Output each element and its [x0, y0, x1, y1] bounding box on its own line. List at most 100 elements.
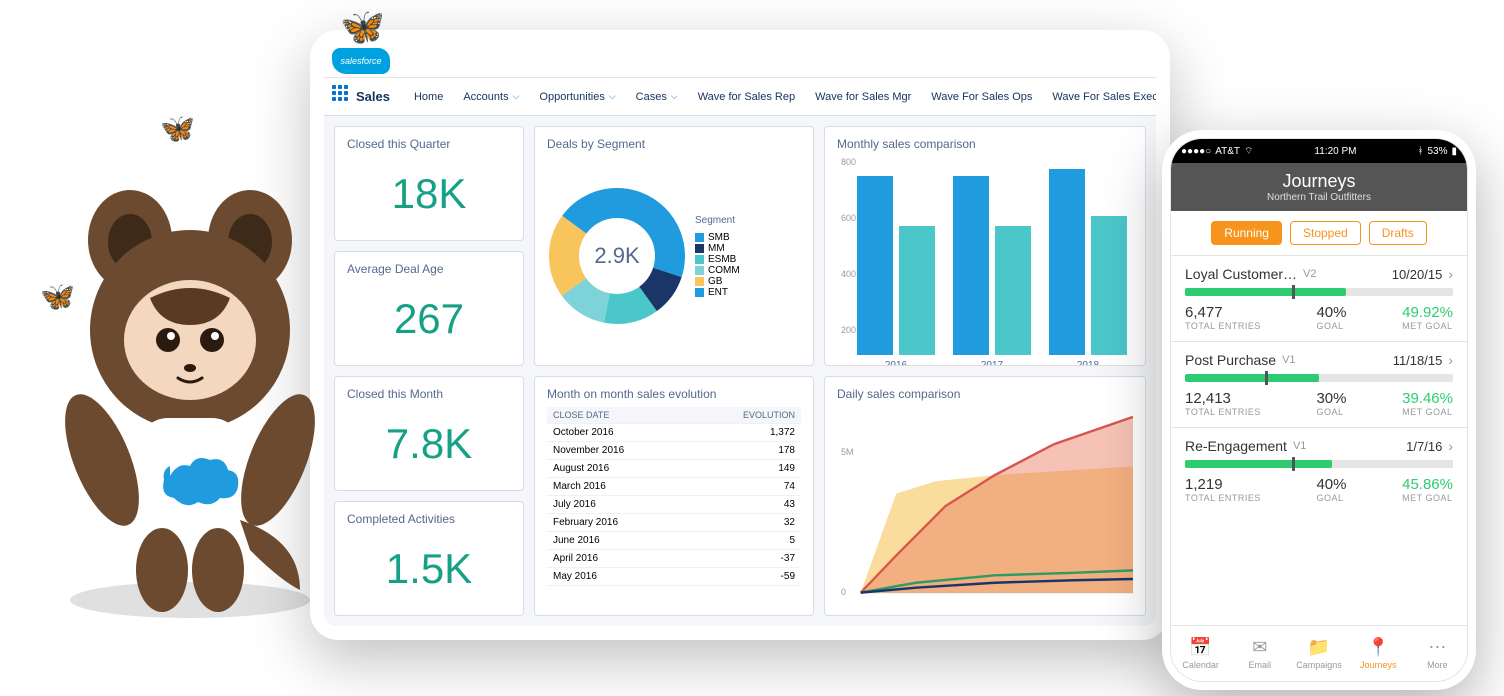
astro-mascot — [20, 180, 360, 620]
table-header: CLOSE DATEEVOLUTION — [547, 407, 801, 424]
card-title: Completed Activities — [347, 512, 511, 526]
table-row[interactable]: October 20161,372 — [547, 424, 801, 442]
y-axis-label: 5M — [841, 447, 854, 457]
phone-tabbar: 📅Calendar✉Email📁Campaigns📍Journeys⋯More — [1171, 625, 1467, 681]
donut-chart: 2.9K — [547, 186, 687, 326]
nav-item[interactable]: Cases⌵ — [626, 78, 688, 115]
sales-evolution-card: Month on month sales evolution CLOSE DAT… — [534, 376, 814, 616]
legend-item: SMB — [695, 232, 740, 243]
clock: 11:20 PM — [1314, 146, 1356, 157]
tabbar-item[interactable]: 📅Calendar — [1171, 626, 1230, 681]
card-title: Deals by Segment — [547, 137, 801, 151]
bar-group: 2018 — [1049, 167, 1127, 355]
legend-title: Segment — [695, 215, 740, 226]
kpi-value: 7.8K — [347, 407, 511, 480]
chevron-right-icon: › — [1448, 352, 1453, 368]
card-title: Closed this Quarter — [347, 137, 511, 151]
butterfly-icon: 🦋 — [160, 112, 195, 145]
bar-group: 2017 — [953, 167, 1031, 355]
kpi-value: 1.5K — [347, 532, 511, 605]
legend-item: MM — [695, 243, 740, 254]
card-title: Closed this Month — [347, 387, 511, 401]
card-title: Monthly sales comparison — [837, 137, 1133, 151]
dashboard-grid: Closed this Quarter 18K Average Deal Age… — [324, 116, 1156, 626]
tabbar-item[interactable]: 📁Campaigns — [1289, 626, 1348, 681]
battery-label: 53% — [1427, 146, 1447, 157]
carrier-label: AT&T — [1215, 146, 1240, 157]
legend-item: COMM — [695, 265, 740, 276]
filter-tab[interactable]: Stopped — [1290, 221, 1361, 245]
app-name: Sales — [356, 89, 390, 104]
phone-header: Journeys Northern Trail Outfitters — [1171, 163, 1467, 211]
battery-icon: ▮ — [1451, 146, 1457, 157]
journey-item[interactable]: Re-EngagementV11/7/16›1,219TOTAL ENTRIES… — [1171, 427, 1467, 513]
page-subtitle: Northern Trail Outfitters — [1171, 192, 1467, 203]
table-row[interactable]: March 201674 — [547, 478, 801, 496]
table-row[interactable]: August 2016149 — [547, 460, 801, 478]
legend-item: ESMB — [695, 254, 740, 265]
app-launcher-icon[interactable] — [332, 85, 348, 109]
tab-icon: 📍 — [1367, 637, 1389, 658]
kpi-closed-quarter: Closed this Quarter 18K — [334, 126, 524, 241]
filter-tab[interactable]: Running — [1211, 221, 1282, 245]
nav-item[interactable]: Wave for Sales Rep — [688, 78, 805, 115]
journey-item[interactable]: Post PurchaseV111/18/15›12,413TOTAL ENTR… — [1171, 341, 1467, 427]
kpi-closed-month: Closed this Month 7.8K — [334, 376, 524, 491]
card-title: Month on month sales evolution — [547, 387, 801, 401]
filter-tab[interactable]: Drafts — [1369, 221, 1427, 245]
bar-chart: 800600400200 201620172018 — [837, 157, 1133, 355]
table-row[interactable]: February 201632 — [547, 514, 801, 532]
kpi-avg-deal-age: Average Deal Age 267 — [334, 251, 524, 366]
butterfly-icon: 🦋 — [40, 280, 75, 313]
kpi-value: 18K — [347, 157, 511, 230]
card-title: Daily sales comparison — [837, 387, 1133, 401]
deals-by-segment-card: Deals by Segment 2.9K Segment SMBMMESMBC… — [534, 126, 814, 366]
phone-frame: ●●●●○ AT&T ⌔ 11:20 PM ᚼ 53% ▮ Journeys North… — [1162, 130, 1476, 690]
bar-group: 2016 — [857, 167, 935, 355]
card-title: Average Deal Age — [347, 262, 511, 276]
donut-center-value: 2.9K — [547, 186, 687, 326]
legend-item: GB — [695, 276, 740, 287]
tab-icon: ⋯ — [1428, 637, 1446, 658]
segment-legend: Segment SMBMMESMBCOMMGBENT — [695, 215, 740, 298]
tabbar-item[interactable]: 📍Journeys — [1349, 626, 1408, 681]
tab-icon: 📁 — [1308, 637, 1330, 658]
butterfly-icon: 🦋 — [340, 6, 385, 48]
nav-item[interactable]: Wave for Sales Mgr — [805, 78, 921, 115]
page-title: Journeys — [1171, 171, 1467, 192]
nav-item[interactable]: Accounts⌵ — [453, 78, 529, 115]
filter-tabs: Running Stopped Drafts — [1171, 211, 1467, 255]
chevron-right-icon: › — [1448, 266, 1453, 282]
nav-item[interactable]: Wave For Sales Ops — [921, 78, 1042, 115]
journey-item[interactable]: Loyal Customer…V210/20/15›6,477TOTAL ENT… — [1171, 255, 1467, 341]
wifi-icon: ⌔ — [1244, 145, 1253, 158]
table-row[interactable]: June 20165 — [547, 532, 801, 550]
chevron-right-icon: › — [1448, 438, 1453, 454]
table-row[interactable]: May 2016-59 — [547, 568, 801, 586]
monthly-comparison-card: Monthly sales comparison 800600400200 20… — [824, 126, 1146, 366]
tab-icon: ✉ — [1252, 637, 1267, 658]
tabbar-item[interactable]: ✉Email — [1230, 626, 1289, 681]
table-row[interactable]: November 2016178 — [547, 442, 801, 460]
nav-item[interactable]: Opportunities⌵ — [529, 78, 625, 115]
nav-item[interactable]: Wave For Sales Exec — [1042, 78, 1156, 115]
table-row[interactable]: July 201643 — [547, 496, 801, 514]
nav-bar: Sales HomeAccounts⌵Opportunities⌵Cases⌵W… — [324, 78, 1156, 116]
bluetooth-icon: ᚼ — [1417, 146, 1423, 157]
daily-comparison-card: Daily sales comparison 5M 0 — [824, 376, 1146, 616]
tablet-frame: salesforce Sales HomeAccounts⌵Opportunit… — [310, 30, 1170, 640]
journey-list: Loyal Customer…V210/20/15›6,477TOTAL ENT… — [1171, 255, 1467, 625]
nav-item[interactable]: Home — [404, 78, 453, 115]
table-row[interactable]: April 2016-37 — [547, 550, 801, 568]
y-axis-label: 0 — [841, 587, 846, 597]
signal-icon: ●●●●○ — [1181, 146, 1211, 157]
phone-status-bar: ●●●●○ AT&T ⌔ 11:20 PM ᚼ 53% ▮ — [1171, 139, 1467, 163]
salesforce-logo: salesforce — [332, 48, 390, 74]
legend-item: ENT — [695, 287, 740, 298]
area-chart: 5M 0 — [837, 407, 1133, 605]
kpi-completed-activities: Completed Activities 1.5K — [334, 501, 524, 616]
kpi-value: 267 — [347, 282, 511, 355]
brand-bar: salesforce — [324, 44, 1156, 78]
tab-icon: 📅 — [1189, 637, 1211, 658]
tabbar-item[interactable]: ⋯More — [1408, 626, 1467, 681]
